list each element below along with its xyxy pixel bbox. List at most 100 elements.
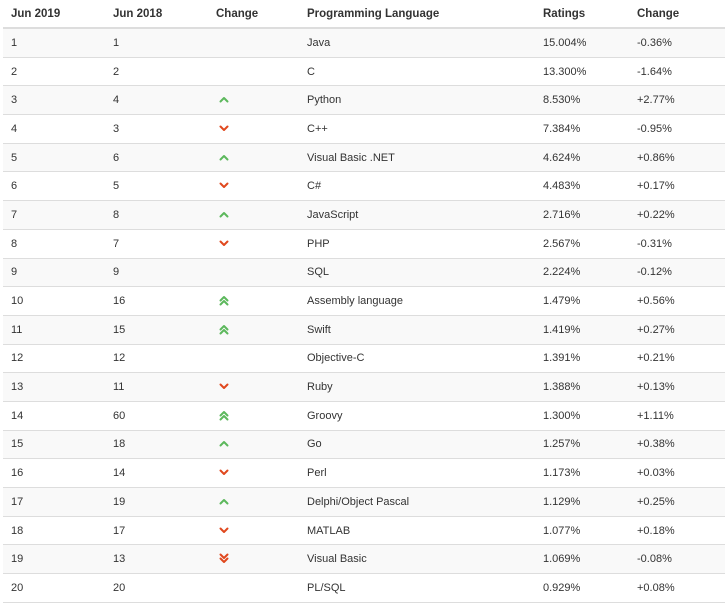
language-cell: MATLAB bbox=[299, 515, 535, 545]
table-row: 12 12 Objective-C 1.391% +0.21% bbox=[3, 343, 725, 373]
header-jun-2019: Jun 2019 bbox=[3, 0, 105, 29]
rank-2019-cell: 4 bbox=[3, 114, 105, 144]
rank-2018-cell: 19 bbox=[105, 487, 208, 517]
rank-2019-cell: 3 bbox=[3, 85, 105, 115]
rank-2019-cell: 10 bbox=[3, 286, 105, 316]
language-cell: Assembly language bbox=[299, 286, 535, 316]
rating-change-cell: +0.27% bbox=[629, 314, 725, 345]
language-cell: Perl bbox=[299, 458, 535, 488]
rank-2018-cell: 6 bbox=[105, 142, 208, 172]
table-row: 6 5 C# 4.483% +0.17% bbox=[3, 171, 725, 201]
table-row: 17 19 Delphi/Object Pascal 1.129% +0.25% bbox=[3, 487, 725, 517]
rating-change-cell: +0.86% bbox=[629, 142, 725, 172]
rank-2018-cell: 2 bbox=[105, 56, 208, 86]
language-cell: Groovy bbox=[299, 400, 535, 431]
table-row: 1 1 Java 15.004% -0.36% bbox=[3, 27, 725, 58]
rank-2019-cell: 14 bbox=[3, 400, 105, 431]
trend-cell bbox=[208, 171, 299, 201]
rating-change-cell: -1.64% bbox=[629, 56, 725, 86]
rating-cell: 1.069% bbox=[535, 544, 629, 574]
rank-2019-cell: 2 bbox=[3, 56, 105, 86]
chevron-up-icon bbox=[219, 211, 229, 218]
rating-change-cell: -0.12% bbox=[629, 257, 725, 287]
rank-2019-cell: 15 bbox=[3, 429, 105, 459]
rating-cell: 8.530% bbox=[535, 85, 629, 115]
language-cell: Go bbox=[299, 429, 535, 459]
table-row: 3 4 Python 8.530% +2.77% bbox=[3, 85, 725, 115]
language-cell: C bbox=[299, 56, 535, 86]
rating-change-cell: +2.77% bbox=[629, 85, 725, 115]
double-chevron-up-icon bbox=[219, 296, 229, 306]
rank-2018-cell: 11 bbox=[105, 372, 208, 402]
rank-2018-cell: 9 bbox=[105, 257, 208, 287]
trend-cell bbox=[208, 85, 299, 115]
table-row: 16 14 Perl 1.173% +0.03% bbox=[3, 458, 725, 488]
language-cell: PHP bbox=[299, 228, 535, 258]
rating-cell: 2.224% bbox=[535, 257, 629, 287]
rank-2018-cell: 7 bbox=[105, 228, 208, 258]
rank-2019-cell: 19 bbox=[3, 544, 105, 574]
table-row: 19 13 Visual Basic 1.069% -0.08% bbox=[3, 544, 725, 574]
rating-cell: 15.004% bbox=[535, 27, 629, 58]
trend-cell bbox=[208, 228, 299, 258]
chevron-down-icon bbox=[219, 383, 229, 390]
language-cell: Visual Basic bbox=[299, 544, 535, 574]
table-row: 5 6 Visual Basic .NET 4.624% +0.86% bbox=[3, 142, 725, 172]
rank-2018-cell: 12 bbox=[105, 343, 208, 373]
rating-cell: 1.077% bbox=[535, 515, 629, 545]
rating-cell: 7.384% bbox=[535, 114, 629, 144]
rating-change-cell: +0.17% bbox=[629, 171, 725, 201]
rank-2018-cell: 15 bbox=[105, 314, 208, 345]
trend-cell bbox=[208, 200, 299, 230]
trend-cell bbox=[208, 314, 299, 345]
rank-2018-cell: 3 bbox=[105, 114, 208, 144]
rank-2018-cell: 1 bbox=[105, 27, 208, 58]
rating-change-cell: -0.08% bbox=[629, 544, 725, 574]
rating-cell: 1.173% bbox=[535, 458, 629, 488]
table-row: 8 7 PHP 2.567% -0.31% bbox=[3, 228, 725, 258]
rank-2019-cell: 6 bbox=[3, 171, 105, 201]
chevron-up-icon bbox=[219, 441, 229, 447]
rank-2018-cell: 18 bbox=[105, 429, 208, 459]
rank-2019-cell: 20 bbox=[3, 573, 105, 603]
header-rating-change: Change bbox=[629, 0, 725, 29]
double-chevron-down-icon bbox=[219, 553, 229, 564]
language-cell: Delphi/Object Pascal bbox=[299, 487, 535, 517]
rating-change-cell: +0.21% bbox=[629, 343, 725, 373]
rating-change-cell: +0.56% bbox=[629, 286, 725, 316]
rank-2019-cell: 5 bbox=[3, 142, 105, 172]
rank-2019-cell: 7 bbox=[3, 200, 105, 230]
chevron-up-icon bbox=[219, 498, 229, 505]
rank-2018-cell: 5 bbox=[105, 171, 208, 201]
table-row: 18 17 MATLAB 1.077% +0.18% bbox=[3, 515, 725, 545]
rank-2019-cell: 1 bbox=[3, 27, 105, 58]
rank-2018-cell: 13 bbox=[105, 544, 208, 574]
rating-cell: 1.129% bbox=[535, 487, 629, 517]
chevron-down-icon bbox=[219, 182, 229, 189]
rating-change-cell: -0.31% bbox=[629, 228, 725, 258]
trend-cell bbox=[208, 114, 299, 144]
language-cell: Java bbox=[299, 27, 535, 58]
rating-change-cell: +0.13% bbox=[629, 372, 725, 402]
table-row: 15 18 Go 1.257% +0.38% bbox=[3, 429, 725, 459]
header-jun-2018: Jun 2018 bbox=[105, 0, 208, 29]
table-row: 7 8 JavaScript 2.716% +0.22% bbox=[3, 200, 725, 230]
trend-cell bbox=[208, 487, 299, 517]
language-cell: C# bbox=[299, 171, 535, 201]
chevron-down-icon bbox=[219, 240, 229, 246]
rating-cell: 1.257% bbox=[535, 429, 629, 459]
table-row: 13 11 Ruby 1.388% +0.13% bbox=[3, 372, 725, 402]
rating-change-cell: +0.38% bbox=[629, 429, 725, 459]
language-cell: Python bbox=[299, 85, 535, 115]
rank-2018-cell: 8 bbox=[105, 200, 208, 230]
rank-2019-cell: 11 bbox=[3, 314, 105, 345]
rating-change-cell: +1.11% bbox=[629, 400, 725, 431]
table-row: 11 15 Swift 1.419% +0.27% bbox=[3, 314, 725, 345]
rating-change-cell: +0.18% bbox=[629, 515, 725, 545]
table-row: 10 16 Assembly language 1.479% +0.56% bbox=[3, 286, 725, 316]
table-body: 1 1 Java 15.004% -0.36% 2 2 C 13.300% -1.64% 3 4 Pyt… bbox=[3, 27, 725, 603]
rating-cell: 4.624% bbox=[535, 142, 629, 172]
rank-2019-cell: 9 bbox=[3, 257, 105, 287]
rank-2018-cell: 4 bbox=[105, 85, 208, 115]
rating-change-cell: +0.25% bbox=[629, 487, 725, 517]
